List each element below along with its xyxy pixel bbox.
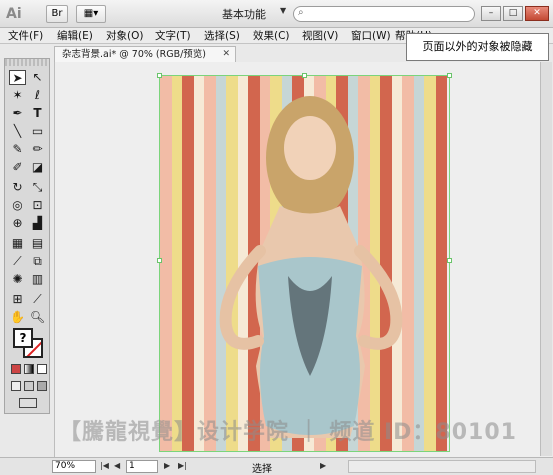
document-tab-title: 杂志背景.ai* @ 70% (RGB/预览) [62, 49, 206, 60]
workspace-switcher[interactable]: 基本功能 [222, 6, 266, 22]
status-menu-arrow-icon[interactable]: ▶ [320, 461, 326, 470]
pen-icon[interactable]: ✒ [9, 106, 26, 121]
menu-file[interactable]: 文件(F) [8, 29, 43, 43]
perspective-grid-icon[interactable]: ▟ [29, 216, 46, 231]
draw-behind-icon[interactable] [24, 381, 34, 391]
blob-brush-icon[interactable]: ✐ [9, 160, 26, 175]
selection-tool-icon[interactable]: ➤ [9, 70, 26, 85]
bridge-button[interactable]: Br [46, 5, 68, 23]
search-input[interactable]: ⌕ [293, 6, 475, 22]
menu-edit[interactable]: 编辑(E) [57, 29, 93, 43]
draw-normal-icon[interactable] [11, 381, 21, 391]
gradient-mode-icon[interactable] [24, 364, 34, 374]
menu-view[interactable]: 视图(V) [302, 29, 338, 43]
shape-builder-icon[interactable]: ⊕ [9, 216, 26, 231]
zoom-level-field[interactable]: 70% [52, 460, 96, 473]
bounding-box-handle[interactable] [447, 73, 452, 78]
menu-type[interactable]: 文字(T) [155, 29, 191, 43]
artboard-number-field[interactable]: 1 [126, 460, 158, 473]
menu-object[interactable]: 对象(O) [106, 29, 143, 43]
fill-stroke-swatches[interactable]: ? [13, 328, 45, 358]
artboard[interactable] [159, 75, 450, 452]
hand-icon[interactable]: ✋ [9, 310, 26, 325]
title-bar: Ai Br ▦▾ 基本功能 ▼ ⌕ – □ ✕ [0, 0, 553, 28]
line-icon[interactable]: ╲ [9, 124, 26, 139]
search-icon: ⌕ [298, 7, 304, 18]
eraser-icon[interactable]: ◪ [29, 160, 46, 175]
panel-grip[interactable] [5, 59, 49, 66]
tools-panel: ➤ ↖ ✶ ℓ ✒ T ╲ ▭ ✎ ✏ ✐ ◪ ↻ ⤡ ◎ ⊡ ⊕ ▟ ▦ ▤ … [4, 58, 50, 414]
previous-artboard-icon[interactable]: ◀ [114, 461, 120, 470]
none-mode-icon[interactable] [37, 364, 47, 374]
warp-icon[interactable]: ◎ [9, 198, 26, 213]
bounding-box-handle[interactable] [157, 73, 162, 78]
lasso-icon[interactable]: ℓ [29, 88, 46, 103]
menu-select[interactable]: 选择(S) [204, 29, 240, 43]
menu-window[interactable]: 窗口(W) [351, 29, 391, 43]
document-tab[interactable]: 杂志背景.ai* @ 70% (RGB/预览) ✕ [54, 46, 236, 62]
next-artboard-icon[interactable]: ▶ [164, 461, 170, 470]
document-canvas[interactable]: 【騰龍視覺】设计学院 ｜ 频道 ID：80101 [54, 62, 552, 457]
app-logo: Ai [6, 6, 22, 22]
status-bar: 70% |◀ ◀ 1 ▶ ▶| 选择 ▶ [0, 457, 553, 475]
arrange-documents-button[interactable]: ▦▾ [76, 5, 106, 23]
horizontal-scrollbar[interactable] [348, 460, 536, 473]
scale-icon[interactable]: ⤡ [29, 180, 46, 195]
minimize-button[interactable]: – [481, 6, 501, 21]
symbol-sprayer-icon[interactable]: ✺ [9, 272, 26, 287]
screen-mode-icon[interactable] [19, 398, 37, 408]
magic-wand-icon[interactable]: ✶ [9, 88, 26, 103]
rotate-icon[interactable]: ↻ [9, 180, 26, 195]
watermark: 【騰龍視覺】设计学院 ｜ 频道 ID：80101 [59, 420, 517, 445]
slice-icon[interactable]: ⟋ [29, 292, 46, 307]
paintbrush-icon[interactable]: ✎ [9, 142, 26, 157]
direct-selection-tool-icon[interactable]: ↖ [29, 70, 46, 85]
column-graph-icon[interactable]: ▥ [29, 272, 46, 287]
last-artboard-icon[interactable]: ▶| [178, 461, 187, 470]
pencil-icon[interactable]: ✏ [29, 142, 46, 157]
mesh-icon[interactable]: ▦ [9, 236, 26, 251]
bounding-box-handle[interactable] [157, 258, 162, 263]
menu-effect[interactable]: 效果(C) [253, 29, 290, 43]
bounding-box-handle[interactable] [447, 258, 452, 263]
first-artboard-icon[interactable]: |◀ [100, 461, 109, 470]
maximize-button[interactable]: □ [503, 6, 523, 21]
rectangle-icon[interactable]: ▭ [29, 124, 46, 139]
type-icon[interactable]: T [29, 106, 46, 121]
gradient-icon[interactable]: ▤ [29, 236, 46, 251]
draw-inside-icon[interactable] [37, 381, 47, 391]
artboard-icon[interactable]: ⊞ [9, 292, 26, 307]
model-photo [219, 96, 403, 438]
annotation-callout: 页面以外的对象被隐藏 [406, 33, 549, 61]
blend-icon[interactable]: ⧉ [29, 254, 46, 269]
color-mode-icon[interactable] [11, 364, 21, 374]
vertical-scrollbar[interactable] [540, 62, 552, 456]
free-transform-icon[interactable]: ⊡ [29, 198, 46, 213]
close-button[interactable]: ✕ [525, 6, 549, 21]
eyedropper-icon[interactable]: ⟋ [9, 254, 26, 269]
zoom-icon[interactable]: 🔍︎ [29, 310, 46, 325]
current-tool-status[interactable]: 选择 [252, 460, 272, 475]
close-icon[interactable]: ✕ [222, 47, 230, 62]
fill-swatch[interactable]: ? [13, 328, 33, 348]
bounding-box-handle[interactable] [302, 73, 307, 78]
chevron-down-icon[interactable]: ▼ [280, 6, 286, 15]
